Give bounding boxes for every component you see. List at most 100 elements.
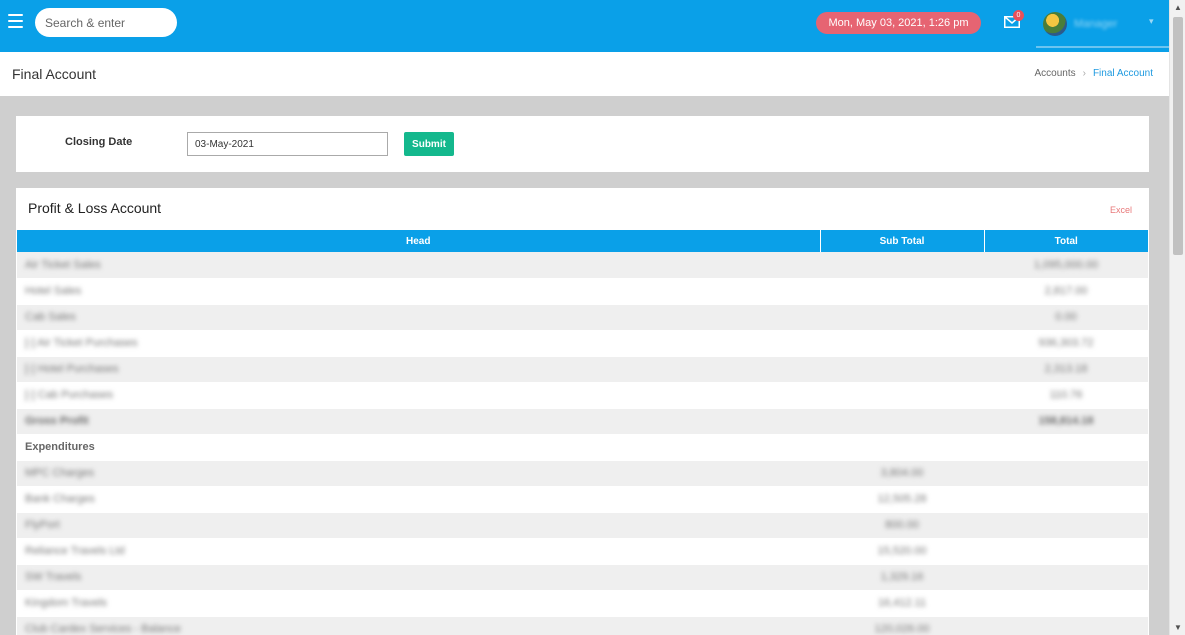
cell-text: FlyPort	[25, 519, 60, 531]
row-subtotal-cell: 120,026.00	[820, 616, 984, 635]
row-subtotal-cell: 12,505.28	[820, 486, 984, 513]
top-navbar: Mon, May 03, 2021, 1:26 pm 0 Manager ▾	[0, 0, 1169, 52]
row-total-cell	[984, 590, 1148, 617]
row-head-cell: [-] Hotel Purchases	[17, 356, 820, 383]
row-head-cell: [-] Air Ticket Purchases	[17, 330, 820, 357]
row-head-cell: SW Travels	[17, 564, 820, 591]
table-row: Kingdom Travels 16,412.11	[17, 590, 1148, 617]
row-subtotal-cell: 800.00	[820, 512, 984, 539]
row-subtotal-cell	[820, 304, 984, 331]
row-head-cell: Air Ticket Sales	[17, 252, 820, 279]
closing-date-input[interactable]	[187, 132, 388, 156]
search-input[interactable]	[35, 8, 177, 37]
cell-text: 158,814.18	[1038, 415, 1094, 427]
row-subtotal-cell: 16,412.11	[820, 590, 984, 617]
row-subtotal-cell	[820, 330, 984, 357]
row-total-cell	[984, 460, 1148, 487]
row-head-cell: Gross Profit	[17, 408, 820, 435]
breadcrumb-final-account: Final Account	[1092, 68, 1153, 79]
profit-loss-card: Profit & Loss Account Excel Head Sub Tot…	[16, 188, 1149, 635]
cell-text: [-] Air Ticket Purchases	[25, 337, 138, 349]
menu-icon[interactable]	[8, 14, 23, 28]
scroll-thumb[interactable]	[1173, 17, 1183, 255]
row-head-cell: [-] Cab Purchases	[17, 382, 820, 409]
cell-text: 936,303.72	[1038, 337, 1094, 349]
row-head-cell: FlyPort	[17, 512, 820, 539]
scroll-down-icon[interactable]: ▼	[1174, 623, 1182, 632]
cell-text: 120,026.00	[874, 623, 930, 635]
row-head-cell: Reliance Travels Ltd	[17, 538, 820, 565]
table-row: FlyPort 800.00	[17, 512, 1148, 539]
row-subtotal-cell	[820, 434, 984, 461]
scroll-up-icon[interactable]: ▲	[1174, 3, 1182, 12]
row-total-cell: 936,303.72	[984, 330, 1148, 357]
report-title: Profit & Loss Account	[28, 200, 162, 216]
row-head-cell: Cab Sales	[17, 304, 820, 331]
cell-text: 12,505.28	[877, 493, 927, 505]
table-row: [-] Air Ticket Purchases 936,303.72	[17, 330, 1148, 357]
cell-text: 16,412.11	[877, 597, 927, 609]
row-head-cell: Expenditures	[17, 434, 820, 461]
cell-text: Expenditures	[25, 441, 95, 453]
row-subtotal-cell	[820, 278, 984, 305]
table-row: Hotel Sales 2,817.00	[17, 278, 1148, 305]
row-subtotal-cell	[820, 252, 984, 279]
cell-text: [-] Cab Purchases	[25, 389, 114, 401]
table-row: Bank Charges 12,505.28	[17, 486, 1148, 513]
row-subtotal-cell	[820, 356, 984, 383]
breadcrumb-accounts[interactable]: Accounts	[1034, 68, 1075, 79]
row-total-cell	[984, 434, 1148, 461]
table-row: Expenditures	[17, 434, 1148, 461]
row-subtotal-cell: 3,804.00	[820, 460, 984, 487]
row-total-cell	[984, 512, 1148, 539]
submit-button[interactable]: Submit	[404, 132, 454, 156]
row-total-cell: 110.76	[984, 382, 1148, 409]
cell-text: Cab Sales	[25, 311, 76, 323]
table-row: SW Travels 1,329.16	[17, 564, 1148, 591]
row-total-cell: 0.00	[984, 304, 1148, 331]
username: Manager	[1074, 18, 1118, 30]
table-row: [-] Cab Purchases 110.76	[17, 382, 1148, 409]
row-total-cell	[984, 538, 1148, 565]
cell-text: Bank Charges	[25, 493, 95, 505]
vertical-scrollbar[interactable]: ▲ ▼	[1169, 0, 1185, 635]
cell-text: 110.76	[1049, 389, 1083, 401]
cell-text: 3,804.00	[880, 467, 924, 479]
row-total-cell	[984, 564, 1148, 591]
table-row: MPC Charges 3,804.00	[17, 460, 1148, 487]
chevron-down-icon: ▾	[1149, 16, 1154, 26]
filter-card: Closing Date Submit	[16, 116, 1149, 172]
row-head-cell: Hotel Sales	[17, 278, 820, 305]
cell-text: 800.00	[885, 519, 919, 531]
breadcrumb: Accounts › Final Account	[1034, 68, 1153, 79]
table-row: [-] Hotel Purchases 2,313.18	[17, 356, 1148, 383]
cell-text: Air Ticket Sales	[25, 258, 101, 271]
excel-export-link[interactable]: Excel	[1110, 205, 1132, 215]
row-total-cell: 1,095,000.00	[984, 252, 1148, 279]
cell-text: Hotel Sales	[25, 285, 82, 297]
table-row: Air Ticket Sales 1,095,000.00	[17, 252, 1148, 279]
row-subtotal-cell: 15,520.00	[820, 538, 984, 565]
row-head-cell: Kingdom Travels	[17, 590, 820, 617]
cell-text: MPC Charges	[25, 467, 95, 479]
table-row: Club Cardex Services - Balance 120,026.00	[17, 616, 1148, 635]
column-header-subtotal: Sub Total	[820, 230, 985, 252]
row-subtotal-cell	[820, 408, 984, 435]
user-menu[interactable]: Manager ▾	[1036, 0, 1169, 48]
row-total-cell	[984, 486, 1148, 513]
row-head-cell: MPC Charges	[17, 460, 820, 487]
cell-text: 1,095,000.00	[1033, 258, 1099, 271]
cell-text: 15,520.00	[877, 545, 927, 557]
cell-text: Club Cardex Services - Balance	[25, 623, 181, 635]
table-row: Cab Sales 0.00	[17, 304, 1148, 331]
row-subtotal-cell	[820, 382, 984, 409]
cell-text: 1,329.16	[880, 571, 924, 583]
cell-text: 0.00	[1055, 311, 1077, 323]
row-head-cell: Bank Charges	[17, 486, 820, 513]
cell-text: 2,817.00	[1044, 285, 1088, 297]
cell-text: Kingdom Travels	[25, 597, 107, 609]
column-header-head: Head	[17, 230, 821, 252]
row-total-cell: 2,313.18	[984, 356, 1148, 383]
avatar	[1043, 12, 1067, 36]
cell-text: SW Travels	[25, 571, 82, 583]
